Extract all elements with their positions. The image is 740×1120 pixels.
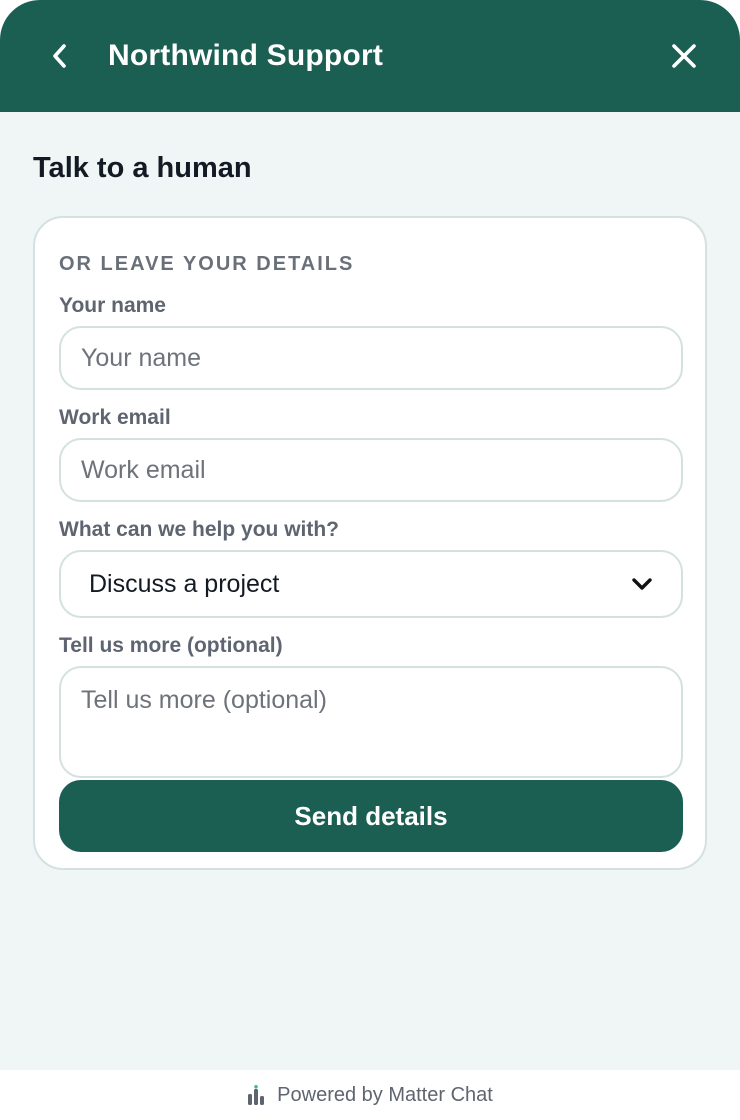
chat-widget: Northwind Support Talk to a human Or lea…	[0, 0, 740, 1120]
close-icon	[672, 44, 696, 68]
topic-selected-value: Discuss a project	[89, 569, 280, 598]
widget-header: Northwind Support	[0, 0, 740, 112]
back-button[interactable]	[44, 40, 76, 72]
topic-select[interactable]: Discuss a project	[59, 550, 683, 618]
bar-chart-icon	[247, 1085, 265, 1105]
widget-content: Talk to a human Or leave your details Yo…	[0, 152, 740, 870]
close-button[interactable]	[664, 36, 704, 76]
details-form-card: Or leave your details Your name Work ema…	[33, 216, 707, 870]
powered-by-footer: Powered by Matter Chat	[0, 1070, 740, 1120]
message-label: Tell us more (optional)	[59, 634, 283, 657]
footer-text: Powered by Matter Chat	[277, 1083, 493, 1106]
form-heading: Or leave your details	[59, 253, 355, 275]
name-input[interactable]	[59, 326, 683, 390]
chevron-down-icon	[631, 573, 653, 595]
email-input[interactable]	[59, 438, 683, 502]
header-title: Northwind Support	[108, 39, 384, 72]
message-textarea[interactable]	[59, 666, 683, 778]
send-details-button[interactable]: Send details	[59, 780, 683, 852]
name-label: Your name	[59, 294, 166, 317]
chevron-left-icon	[53, 44, 66, 68]
email-label: Work email	[59, 406, 171, 429]
topic-label: What can we help you with?	[59, 518, 340, 541]
section-title: Talk to a human	[33, 152, 252, 184]
